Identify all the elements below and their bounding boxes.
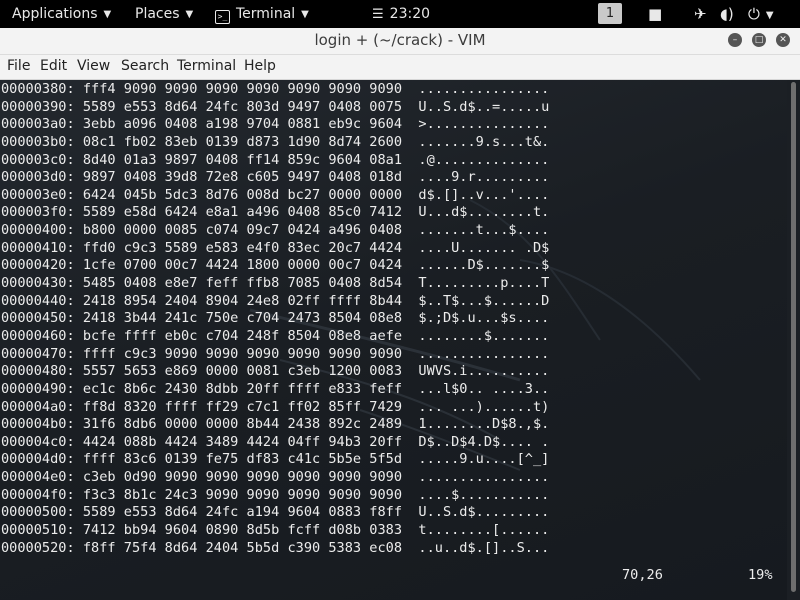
chevron-down-icon: ▼ — [301, 9, 309, 20]
chevron-down-icon: ▼ — [185, 9, 194, 20]
cursor-position: 70,26 — [622, 567, 663, 583]
volume-icon[interactable]: ◖) — [720, 0, 734, 28]
window-titlebar[interactable]: login + (~/crack) - VIM – □ ✕ — [0, 28, 800, 55]
hexdump-line: 00000410: ffd0 c9c3 5589 e583 e4f0 83ec … — [1, 239, 550, 256]
menu-file[interactable]: File — [7, 55, 30, 79]
hexdump-line: 00000390: 5589 e553 8d64 24fc 803d 9497 … — [1, 98, 550, 115]
clock-label: 23:20 — [389, 6, 431, 22]
clock[interactable]: ☰ 23:20 — [372, 0, 430, 28]
hexdump-line: 00000500: 5589 e553 8d64 24fc a194 9604 … — [1, 504, 550, 521]
hexdump-line: 00000480: 5557 5653 e869 0000 0081 c3eb … — [1, 363, 550, 380]
menu-help[interactable]: Help — [244, 55, 276, 79]
window-title: login + (~/crack) - VIM — [314, 31, 486, 49]
hexdump-line: 000003d0: 9897 0408 39d8 72e8 c605 9497 … — [1, 169, 550, 186]
hexdump-line: 00000420: 1cfe 0700 00c7 4424 1800 0000 … — [1, 257, 550, 274]
hexdump-line: 000003a0: 3ebb a096 0408 a198 9704 0881 … — [1, 116, 550, 133]
minimize-button[interactable]: – — [728, 33, 742, 47]
applications-label: Applications — [12, 6, 98, 22]
terminal-app-label: Terminal — [236, 6, 296, 22]
places-label: Places — [135, 6, 180, 22]
hexdump-line: 00000400: b800 0000 0085 c074 09c7 0424 … — [1, 222, 550, 239]
applications-menu[interactable]: Applications ▼ — [12, 0, 111, 28]
hexdump-line: 00000450: 2418 3b44 241c 750e c704 2473 … — [1, 310, 550, 327]
calendar-icon: ☰ — [372, 7, 384, 22]
camera-icon[interactable]: ■ — [648, 0, 662, 28]
hexdump-line: 000003c0: 8d40 01a3 9897 0408 ff14 859c … — [1, 151, 550, 168]
menu-bar: File Edit View Search Terminal Help — [0, 55, 800, 80]
maximize-button[interactable]: □ — [752, 33, 766, 47]
hexdump-line: 00000510: 7412 bb94 9604 0890 8d5b fcff … — [1, 522, 550, 539]
terminal-icon: >_ — [215, 10, 230, 24]
menu-search[interactable]: Search — [121, 55, 169, 79]
hexdump-line: 000004a0: ff8d 8320 ffff ff29 c7c1 ff02 … — [1, 398, 550, 415]
hexdump-line: 000003e0: 6424 045b 5dc3 8d76 008d bc27 … — [1, 186, 550, 203]
workspace-indicator[interactable]: 1 — [598, 3, 622, 24]
hexdump-line: 000004e0: c3eb 0d90 9090 9090 9090 9090 … — [1, 469, 550, 486]
hexdump-line: 00000430: 5485 0408 e8e7 feff ffb8 7085 … — [1, 275, 550, 292]
hexdump-line: 00000460: bcfe ffff eb0c c704 248f 8504 … — [1, 327, 550, 344]
terminal-app-menu[interactable]: >_ Terminal ▼ — [215, 0, 309, 28]
hexdump-line: 00000490: ec1c 8b6c 2430 8dbb 20ff ffff … — [1, 380, 550, 397]
hexdump-line: 00000520: f8ff 75f4 8d64 2404 5b5d c390 … — [1, 539, 550, 556]
hexdump-line: 000004f0: f3c3 8b1c 24c3 9090 9090 9090 … — [1, 486, 550, 503]
menu-view[interactable]: View — [77, 55, 110, 79]
terminal-view[interactable]: 00000380: fff4 9090 9090 9090 9090 9090 … — [0, 80, 787, 600]
menu-edit[interactable]: Edit — [40, 55, 67, 79]
scrollbar-thumb[interactable] — [791, 82, 796, 592]
menu-terminal[interactable]: Terminal — [177, 55, 236, 79]
hexdump-line: 000004b0: 31f6 8db6 0000 0000 8b44 2438 … — [1, 416, 550, 433]
top-panel: Applications ▼ Places ▼ >_ Terminal ▼ ☰ 23:20… — [0, 0, 800, 28]
close-button[interactable]: ✕ — [776, 33, 790, 47]
hexdump-line: 00000380: fff4 9090 9090 9090 9090 9090 … — [1, 81, 550, 97]
places-menu[interactable]: Places ▼ — [135, 0, 193, 28]
hexdump-text: 00000380: fff4 9090 9090 9090 9090 9090 … — [1, 81, 549, 557]
chevron-down-icon: ▼ — [103, 9, 112, 20]
hexdump-line: 000003b0: 08c1 fb02 83eb 0139 d873 1d90 … — [1, 133, 550, 150]
scrollbar[interactable] — [787, 80, 800, 600]
chevron-down-icon: ▼ — [765, 10, 774, 21]
vim-statusline: 70,26 19% — [0, 566, 787, 584]
hexdump-line: 000003f0: 5589 e58d 6424 e8a1 a496 0408 … — [1, 204, 550, 221]
hexdump-line: 000004c0: 4424 088b 4424 3489 4424 04ff … — [1, 433, 550, 450]
hexdump-line: 00000440: 2418 8954 2404 8904 24e8 02ff … — [1, 292, 550, 309]
hexdump-line: 000004d0: ffff 83c6 0139 fe75 df83 c41c … — [1, 451, 550, 468]
hexdump-line: 00000470: ffff c9c3 9090 9090 9090 9090 … — [1, 345, 550, 362]
network-icon[interactable]: ✈ — [694, 0, 707, 28]
power-icon[interactable]: ⏻ ▼ — [748, 0, 774, 28]
scroll-percent: 19% — [748, 567, 773, 583]
